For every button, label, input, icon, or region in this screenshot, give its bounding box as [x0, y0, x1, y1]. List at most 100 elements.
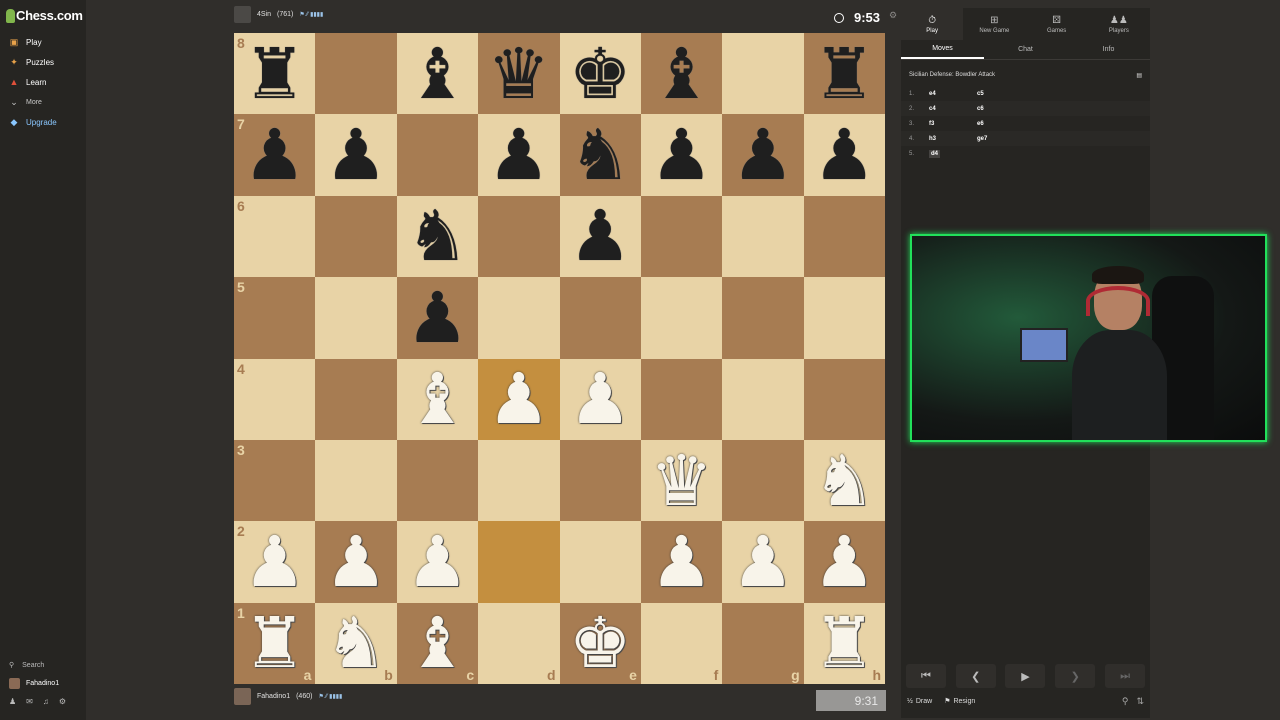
- square-f7[interactable]: ♟: [640, 114, 723, 196]
- black-king-icon[interactable]: ♚: [569, 39, 632, 109]
- square-e7[interactable]: ♞: [559, 114, 641, 196]
- square-f3[interactable]: ♛: [640, 439, 723, 522]
- square-e1[interactable]: e ♚: [559, 602, 641, 684]
- last-move-button[interactable]: ⏭: [1105, 664, 1146, 688]
- opponent-name[interactable]: 4Sin: [257, 11, 271, 18]
- square-d5[interactable]: [478, 277, 560, 359]
- square-e3[interactable]: [559, 439, 641, 522]
- square-g2[interactable]: ♟: [722, 521, 804, 603]
- square-d7[interactable]: ♟: [478, 114, 560, 196]
- white-move[interactable]: d4: [929, 149, 941, 158]
- square-d3[interactable]: [478, 439, 560, 522]
- square-f1[interactable]: f: [640, 602, 723, 684]
- white-pawn-icon[interactable]: ♟: [650, 527, 713, 597]
- square-h1[interactable]: h ♜: [803, 602, 885, 684]
- chess-board[interactable]: 8 ♜ ♝ ♛ ♚ ♝ ♜ 7 ♟ ♟ ♟ ♞ ♟ ♟ ♟ 6 ♞ ♟ 5 ♟ 4 ♝ ♟ ♟ 3 ♛ ♞ 2 ♟ ♟ ♟ ♟ ♟ ♟ 1 a ♜ b ♞ c…: [234, 33, 885, 684]
- square-h7[interactable]: ♟: [803, 114, 885, 196]
- square-e5[interactable]: [559, 277, 641, 359]
- square-f8[interactable]: ♝: [640, 33, 723, 115]
- square-b3[interactable]: [315, 439, 397, 522]
- tab-games[interactable]: ⚄ Games: [1026, 8, 1088, 40]
- black-queen-icon[interactable]: ♛: [487, 39, 550, 109]
- square-f6[interactable]: [640, 195, 723, 278]
- black-rook-icon[interactable]: ♜: [813, 39, 876, 109]
- black-knight-icon[interactable]: ♞: [406, 201, 469, 271]
- subtab-info[interactable]: Info: [1067, 40, 1150, 59]
- white-move[interactable]: f3: [929, 121, 977, 127]
- square-d4[interactable]: ♟: [478, 358, 560, 440]
- square-h5[interactable]: [803, 277, 885, 359]
- square-h8[interactable]: ♜: [803, 33, 885, 115]
- white-pawn-icon[interactable]: ♟: [325, 527, 388, 597]
- sidebar-item-puzzles[interactable]: ✦ Puzzles: [0, 52, 86, 72]
- square-d2[interactable]: [478, 521, 560, 603]
- square-e4[interactable]: ♟: [559, 358, 641, 440]
- player-name[interactable]: Fahadino1: [257, 693, 290, 700]
- square-b5[interactable]: [315, 277, 397, 359]
- white-king-icon[interactable]: ♚: [569, 608, 632, 678]
- tab-players[interactable]: ♟♟ Players: [1088, 8, 1150, 40]
- square-c2[interactable]: ♟: [396, 521, 479, 603]
- square-h2[interactable]: ♟: [803, 521, 885, 603]
- square-e6[interactable]: ♟: [559, 195, 641, 278]
- white-rook-icon[interactable]: ♜: [243, 608, 306, 678]
- player-avatar[interactable]: [234, 688, 251, 705]
- square-c8[interactable]: ♝: [396, 33, 479, 115]
- square-a5[interactable]: 5: [234, 277, 316, 359]
- white-knight-icon[interactable]: ♞: [325, 608, 388, 678]
- square-a7[interactable]: 7 ♟: [234, 114, 316, 196]
- white-pawn-icon[interactable]: ♟: [406, 527, 469, 597]
- tab-play[interactable]: ⏱ Play: [901, 8, 964, 40]
- book-icon[interactable]: ▤: [1136, 72, 1142, 79]
- square-g3[interactable]: [722, 439, 804, 522]
- subtab-moves[interactable]: Moves: [901, 40, 984, 59]
- sidebar-item-play[interactable]: ▣ Play: [0, 32, 86, 52]
- square-c3[interactable]: [396, 439, 479, 522]
- square-g8[interactable]: [722, 33, 804, 115]
- white-bishop-icon[interactable]: ♝: [406, 364, 469, 434]
- black-move[interactable]: c6: [977, 106, 1025, 112]
- resign-button[interactable]: ⚑ Resign: [944, 697, 975, 706]
- white-knight-icon[interactable]: ♞: [813, 446, 876, 516]
- black-move[interactable]: ge7: [977, 136, 1025, 142]
- black-pawn-icon[interactable]: ♟: [487, 120, 550, 190]
- opening-name[interactable]: Sicilian Defense: Bowdler Attack: [909, 72, 995, 78]
- square-a4[interactable]: 4: [234, 358, 316, 440]
- black-pawn-icon[interactable]: ♟: [406, 283, 469, 353]
- black-bishop-icon[interactable]: ♝: [650, 39, 713, 109]
- square-c5[interactable]: ♟: [396, 277, 479, 359]
- square-h3[interactable]: ♞: [803, 439, 885, 522]
- square-a6[interactable]: 6: [234, 195, 316, 278]
- square-b2[interactable]: ♟: [315, 521, 397, 603]
- square-b7[interactable]: ♟: [315, 114, 397, 196]
- sidebar-item-upgrade[interactable]: ◆ Upgrade: [0, 112, 86, 132]
- black-bishop-icon[interactable]: ♝: [406, 39, 469, 109]
- flip-board-icon[interactable]: ⇅: [1136, 696, 1144, 707]
- black-move[interactable]: e6: [977, 121, 1025, 127]
- black-rook-icon[interactable]: ♜: [243, 39, 306, 109]
- square-b4[interactable]: [315, 358, 397, 440]
- square-d8[interactable]: ♛: [478, 33, 560, 115]
- square-c4[interactable]: ♝: [396, 358, 479, 440]
- friends-icon[interactable]: ♟: [9, 697, 16, 706]
- square-g1[interactable]: g: [722, 602, 804, 684]
- square-d1[interactable]: d: [478, 602, 560, 684]
- sidebar-item-learn[interactable]: ▲ Learn: [0, 72, 86, 92]
- tab-new-game[interactable]: ⊞ New Game: [963, 8, 1025, 40]
- play-button[interactable]: ▶: [1005, 664, 1046, 688]
- share-icon[interactable]: ⚲: [1122, 696, 1129, 707]
- square-g4[interactable]: [722, 358, 804, 440]
- square-b8[interactable]: [315, 33, 397, 115]
- square-f5[interactable]: [640, 277, 723, 359]
- white-pawn-icon[interactable]: ♟: [813, 527, 876, 597]
- white-rook-icon[interactable]: ♜: [813, 608, 876, 678]
- sidebar-search[interactable]: ⚲ Search: [0, 657, 86, 673]
- square-a3[interactable]: 3: [234, 439, 316, 522]
- messages-icon[interactable]: ✉: [26, 697, 33, 706]
- opponent-avatar[interactable]: [234, 6, 251, 23]
- white-pawn-icon[interactable]: ♟: [569, 364, 632, 434]
- first-move-button[interactable]: ⏮: [905, 664, 946, 688]
- square-a2[interactable]: 2 ♟: [234, 521, 316, 603]
- white-pawn-icon[interactable]: ♟: [487, 364, 550, 434]
- black-pawn-icon[interactable]: ♟: [813, 120, 876, 190]
